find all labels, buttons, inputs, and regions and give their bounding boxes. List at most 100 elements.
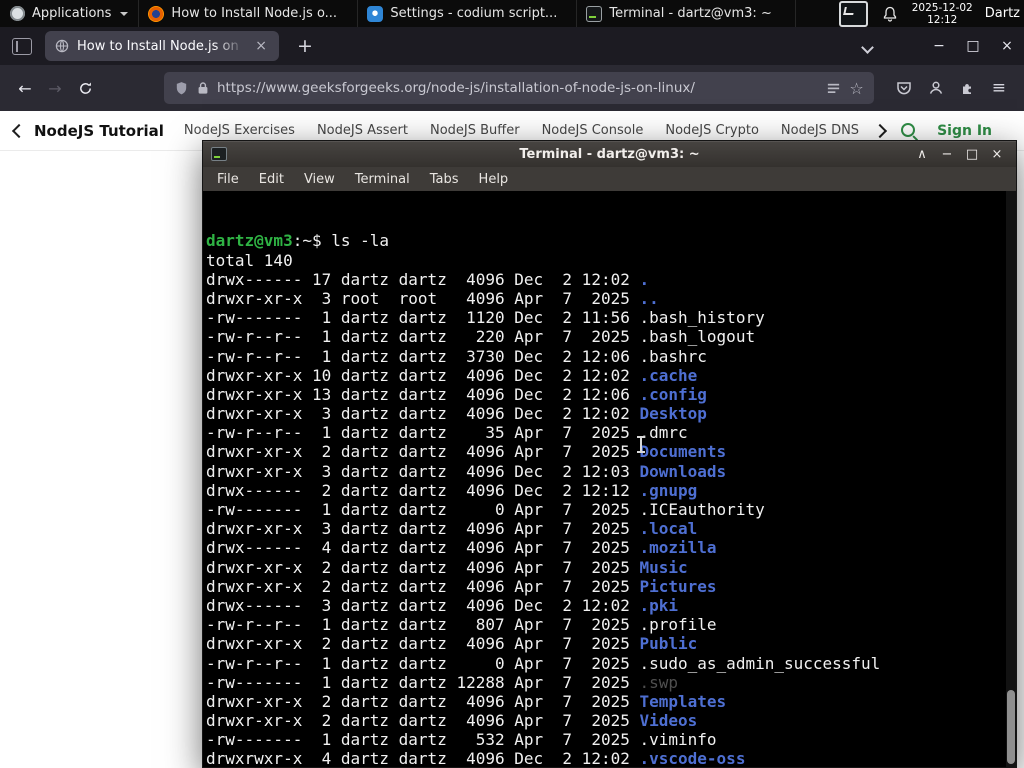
taskbar-button-settings[interactable]: Settings - codium script... — [357, 0, 576, 27]
site-nav-title[interactable]: NodeJS Tutorial — [34, 122, 164, 140]
terminal-shade-button[interactable]: ∧ — [911, 147, 933, 162]
terminal-window-controls: ∧ − □ × — [911, 147, 1008, 162]
listing-meta: drwx------ 2 dartz dartz 4096 Dec 2 12:1… — [206, 480, 640, 500]
site-nav-link[interactable]: NodeJS Crypto — [665, 123, 759, 138]
tab-title: How to Install Node.js on — [77, 38, 239, 54]
listing-name: .ICEauthority — [639, 500, 765, 520]
terminal-listing-line: drwxr-xr-x 10 dartz dartz 4096 Dec 2 12:… — [206, 366, 1016, 385]
back-button[interactable]: ← — [10, 73, 40, 103]
pocket-icon[interactable] — [896, 80, 912, 96]
nav-scroll-left-icon[interactable] — [11, 123, 27, 138]
terminal-scrollbar[interactable] — [1006, 191, 1016, 767]
listing-meta: -rw-r--r-- 1 dartz dartz 0 Apr 7 2025 — [206, 653, 640, 673]
command-text: ls -la — [321, 231, 390, 251]
listing-name: .profile — [639, 615, 717, 635]
listing-name: .vscode-oss — [639, 749, 746, 767]
terminal-title: Terminal - dartz@vm3: ~ — [519, 146, 700, 162]
site-nav-links: NodeJS Exercises NodeJS Assert NodeJS Buff… — [184, 123, 875, 138]
terminal-content[interactable]: dartz@vm3:~$ ls -la total 140 drwx------ 1… — [203, 191, 1016, 767]
window-close-button[interactable]: × — [990, 31, 1024, 61]
firefox-view-icon[interactable] — [12, 37, 32, 55]
listing-meta: -rw-r--r-- 1 dartz dartz 3730 Dec 2 12:0… — [206, 346, 640, 366]
listing-meta: -rw------- 1 dartz dartz 532 Apr 7 2025 — [206, 730, 640, 750]
terminal-window: Terminal - dartz@vm3: ~ ∧ − □ × File Edit… — [202, 140, 1017, 768]
terminal-titlebar[interactable]: Terminal - dartz@vm3: ~ ∧ − □ × — [203, 141, 1016, 167]
listing-meta: -rw-r--r-- 1 dartz dartz 220 Apr 7 2025 — [206, 327, 640, 347]
applications-menu-button[interactable]: Applications — [0, 0, 138, 27]
terminal-menu-help[interactable]: Help — [469, 172, 519, 187]
listing-meta: -rw------- 1 dartz dartz 12288 Apr 7 202… — [206, 672, 640, 692]
terminal-listing-line: -rw------- 1 dartz dartz 12288 Apr 7 202… — [206, 673, 1016, 692]
new-tab-button[interactable]: + — [291, 35, 319, 57]
terminal-close-button[interactable]: × — [986, 147, 1008, 162]
taskbar-button-firefox[interactable]: How to Install Node.js o... — [138, 0, 357, 27]
list-all-tabs-button[interactable] — [857, 31, 878, 62]
site-nav-link[interactable]: NodeJS Buffer — [430, 123, 520, 138]
terminal-listing-line: drwxr-xr-x 3 dartz dartz 4096 Apr 7 2025… — [206, 519, 1016, 538]
panel-user-label[interactable]: Dartz — [985, 6, 1020, 21]
listing-name: Documents — [639, 442, 727, 462]
chevron-down-icon — [120, 11, 129, 16]
listing-meta: drwxr-xr-x 2 dartz dartz 4096 Apr 7 2025 — [206, 634, 640, 654]
top-panel: Applications How to Install Node.js o...… — [0, 0, 1024, 27]
search-icon[interactable] — [899, 121, 919, 141]
terminal-menu-tabs[interactable]: Tabs — [420, 172, 469, 187]
tray-terminal-icon[interactable] — [838, 0, 868, 27]
window-minimize-button[interactable]: − — [922, 31, 956, 61]
listing-name: .bash_logout — [639, 327, 756, 347]
listing-name: .swp — [639, 672, 679, 692]
listing-name: .gnupg — [639, 480, 698, 500]
listing-name: .dmrc — [639, 423, 688, 443]
listing-meta: drwxr-xr-x 2 dartz dartz 4096 Apr 7 2025 — [206, 557, 640, 577]
listing-meta: -rw------- 1 dartz dartz 0 Apr 7 2025 — [206, 500, 640, 520]
url-bar[interactable]: https://www.geeksforgeeks.org/node-js/in… — [164, 72, 874, 104]
listing-meta: drwxr-xr-x 3 dartz dartz 4096 Dec 2 12:0… — [206, 404, 640, 424]
notification-bell-icon[interactable] — [882, 6, 898, 22]
listing-name: .cache — [639, 365, 698, 385]
terminal-app-icon — [211, 147, 227, 161]
browser-tab[interactable]: How to Install Node.js on × — [45, 31, 279, 61]
site-nav-link[interactable]: NodeJS Assert — [317, 123, 408, 138]
browser-toolbar: ← → https://www.geeksforgeeks.org/node-j… — [0, 65, 1024, 111]
reload-button[interactable] — [70, 73, 100, 103]
terminal-menu-view[interactable]: View — [294, 172, 345, 187]
listing-meta: -rw-r--r-- 1 dartz dartz 35 Apr 7 2025 — [206, 423, 640, 443]
terminal-minimize-button[interactable]: − — [936, 147, 958, 162]
terminal-prompt-line: dartz@vm3:~$ ls -la — [206, 231, 1016, 250]
terminal-output: dartz@vm3:~$ ls -la total 140 drwx------ 1… — [206, 231, 1016, 767]
terminal-listing-line: drwxr-xr-x 2 dartz dartz 4096 Apr 7 2025… — [206, 711, 1016, 730]
menu-hamburger-icon[interactable]: ≡ — [992, 78, 1006, 98]
listing-name: .mozilla — [639, 538, 717, 558]
site-nav-link[interactable]: NodeJS DNS — [781, 123, 859, 138]
site-nav-link[interactable]: NodeJS Console — [542, 123, 644, 138]
listing-name: .viminfo — [639, 730, 717, 750]
prompt-suffix: :~$ — [292, 231, 322, 251]
terminal-menu-terminal[interactable]: Terminal — [345, 172, 420, 187]
terminal-menu-edit[interactable]: Edit — [249, 172, 294, 187]
clock-time: 12:12 — [927, 13, 958, 26]
listing-name: Videos — [639, 711, 698, 731]
listing-meta: -rw-r--r-- 1 dartz dartz 807 Apr 7 2025 — [206, 615, 640, 635]
tab-close-icon[interactable]: × — [253, 38, 269, 54]
reader-view-icon[interactable] — [826, 81, 841, 96]
shield-icon[interactable] — [174, 81, 189, 96]
listing-name: .. — [639, 288, 659, 308]
site-nav-link[interactable]: NodeJS Exercises — [184, 123, 295, 138]
sign-in-button[interactable]: Sign In — [937, 123, 992, 139]
terminal-scrollbar-thumb[interactable] — [1007, 690, 1015, 764]
terminal-menu-file[interactable]: File — [207, 172, 249, 187]
listing-name: .bashrc — [639, 346, 707, 366]
nav-scroll-right-icon[interactable] — [873, 123, 888, 138]
taskbar-button-label: Terminal - dartz@vm3: ~ — [609, 6, 772, 21]
bookmark-star-icon[interactable]: ☆ — [849, 79, 863, 98]
terminal-maximize-button[interactable]: □ — [961, 147, 983, 162]
panel-clock[interactable]: 2025-12-02 12:12 — [912, 2, 973, 26]
extensions-puzzle-icon[interactable] — [960, 80, 976, 96]
terminal-listing-line: -rw-r--r-- 1 dartz dartz 35 Apr 7 2025 .… — [206, 423, 1016, 442]
lock-icon[interactable] — [197, 81, 209, 95]
account-icon[interactable] — [928, 80, 944, 96]
taskbar-button-terminal[interactable]: Terminal - dartz@vm3: ~ — [576, 0, 797, 27]
clock-date: 2025-12-02 — [911, 1, 973, 14]
window-maximize-button[interactable]: □ — [956, 31, 990, 61]
forward-button[interactable]: → — [40, 73, 70, 103]
